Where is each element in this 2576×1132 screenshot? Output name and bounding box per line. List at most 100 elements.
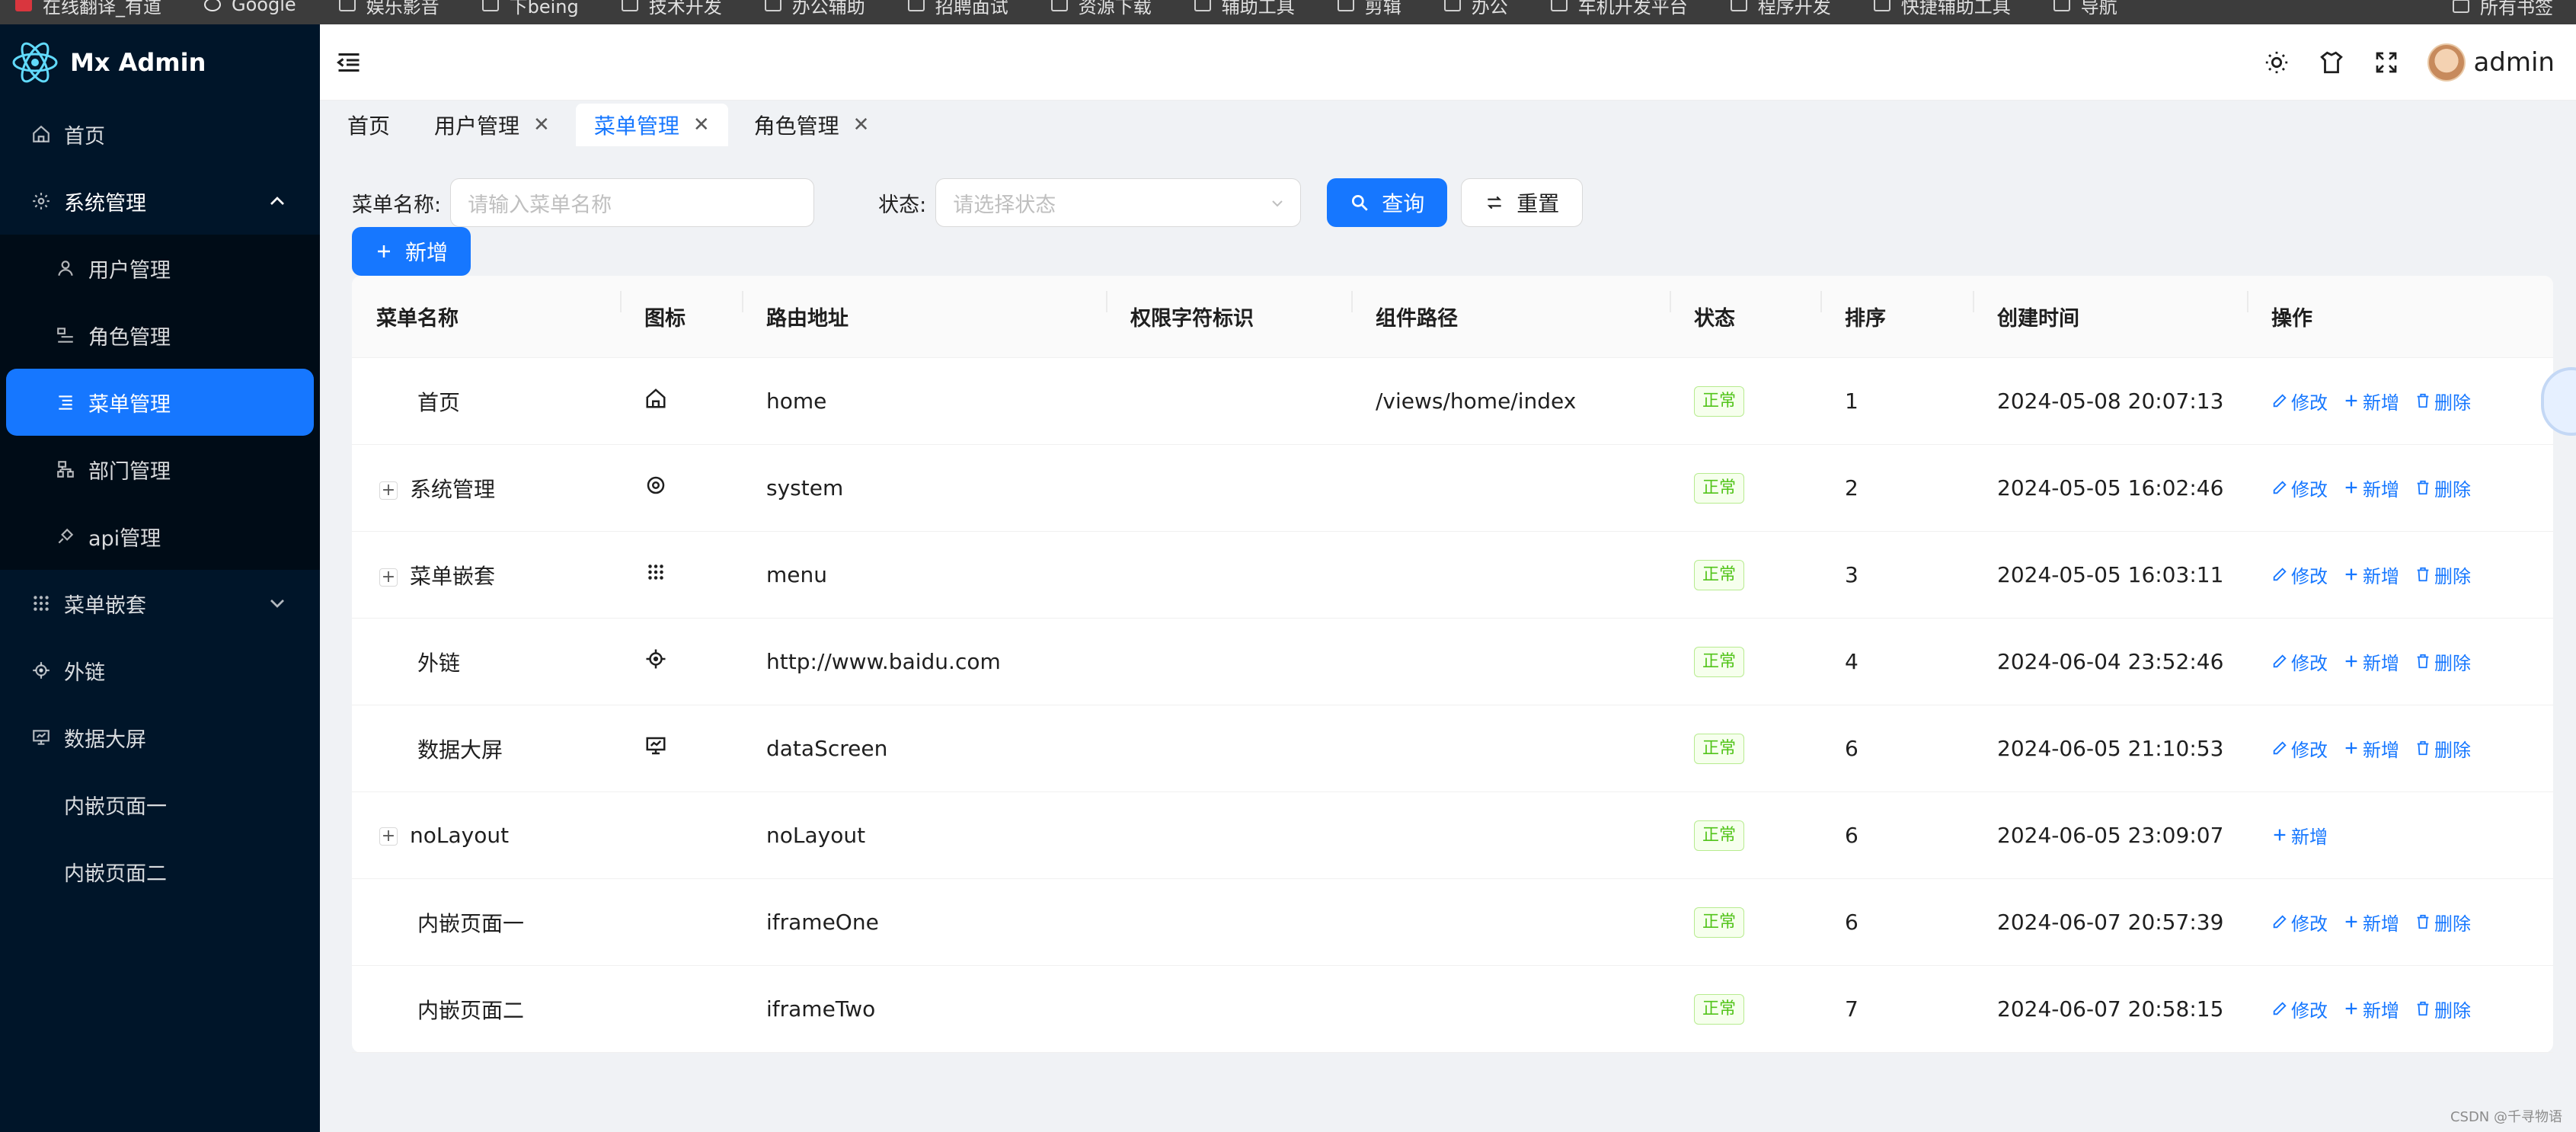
app-logo[interactable]: Mx Admin <box>0 24 320 101</box>
menu-name-cell: 数据大屏 <box>417 737 503 763</box>
tab-3[interactable]: 角色管理 ✕ <box>736 104 888 146</box>
add-child-button[interactable]: 新增 <box>2343 996 2399 1022</box>
delete-button[interactable]: 删除 <box>2415 561 2471 588</box>
bookmark-item[interactable]: 导航 <box>2053 0 2117 18</box>
close-icon[interactable]: ✕ <box>533 114 550 136</box>
add-child-button[interactable]: 新增 <box>2343 561 2399 588</box>
op-label: 新增 <box>2363 913 2399 935</box>
sidebar-item-home[interactable]: 首页 <box>0 101 320 168</box>
aim-icon <box>30 660 52 681</box>
sort-cell: 6 <box>1845 910 1858 935</box>
sidebar-item-iframe-two[interactable]: 内嵌页面二 <box>0 838 320 905</box>
status-cell: 正常 <box>1670 733 1820 764</box>
sort-cell: 4 <box>1845 649 1858 674</box>
sidebar-item-menus[interactable]: 菜单管理 <box>6 369 314 436</box>
edit-icon <box>2271 913 2288 930</box>
menu-fold-icon[interactable] <box>335 49 363 76</box>
bookmark-item[interactable]: 剪辑 <box>1337 0 1401 18</box>
delete-button[interactable]: 删除 <box>2415 909 2471 935</box>
sidebar-item-iframe-one[interactable]: 内嵌页面一 <box>0 771 320 838</box>
username[interactable]: admin <box>2473 47 2555 78</box>
add-child-button[interactable]: 新增 <box>2343 735 2399 762</box>
status-cell: 正常 <box>1670 993 1820 1025</box>
folder-icon <box>1730 0 1747 11</box>
created-cell: 2024-05-05 16:03:11 <box>1997 562 2224 587</box>
bookmark-item[interactable]: 招聘面试 <box>907 0 1008 18</box>
bookmark-item[interactable]: 娱乐影音 <box>338 0 439 18</box>
add-child-button[interactable]: 新增 <box>2343 909 2399 935</box>
edit-button[interactable]: 修改 <box>2271 909 2328 935</box>
add-child-button[interactable]: 新增 <box>2343 648 2399 675</box>
sidebar-item-datascreen[interactable]: 数据大屏 <box>0 704 320 771</box>
delete-icon <box>2415 479 2431 496</box>
table-body: 首页 home/views/home/index 正常 1 2024-05-08 20:… <box>352 358 2553 1053</box>
delete-button[interactable]: 删除 <box>2415 475 2471 501</box>
sidebar-item-users[interactable]: 用户管理 <box>0 235 320 302</box>
search-icon <box>1350 193 1369 213</box>
expand-row-button[interactable]: + <box>379 827 398 846</box>
bookmark-item[interactable]: 车机开发平台 <box>1550 0 1688 18</box>
icon-cell <box>620 648 742 676</box>
sidebar-item-label: 用户管理 <box>88 258 171 283</box>
edit-button[interactable]: 修改 <box>2271 388 2328 414</box>
skin-icon[interactable] <box>2316 47 2347 78</box>
bookmark-item[interactable]: 技术开发 <box>621 0 722 18</box>
add-child-button[interactable]: 新增 <box>2271 822 2328 849</box>
tab-label: 用户管理 <box>434 114 520 139</box>
bookmark-label: 娱乐影音 <box>366 0 439 18</box>
bookmark-item[interactable]: 下being <box>481 0 579 18</box>
bookmark-item[interactable]: 在线翻译_有道 <box>15 0 161 18</box>
add-child-button[interactable]: 新增 <box>2343 475 2399 501</box>
bookmark-item[interactable]: 程序开发 <box>1730 0 1831 18</box>
status-select[interactable]: 请选择状态 <box>935 178 1302 227</box>
close-icon[interactable]: ✕ <box>853 114 870 136</box>
header-tools: admin <box>2237 38 2555 87</box>
delete-button[interactable]: 删除 <box>2415 996 2471 1022</box>
sidebar-item-roles[interactable]: 角色管理 <box>0 302 320 369</box>
sidebar-item-label: api管理 <box>88 526 161 551</box>
delete-button[interactable]: 删除 <box>2415 648 2471 675</box>
created-cell: 2024-05-05 16:02:46 <box>1997 475 2224 500</box>
fullscreen-icon[interactable] <box>2371 47 2402 78</box>
all-bookmarks[interactable]: 所有书签 <box>2453 0 2553 19</box>
add-child-button[interactable]: 新增 <box>2343 388 2399 414</box>
op-label: 修改 <box>2291 913 2328 935</box>
edit-button[interactable]: 修改 <box>2271 996 2328 1022</box>
sidebar-item-system[interactable]: 系统管理 <box>0 168 320 235</box>
edit-button[interactable]: 修改 <box>2271 648 2328 675</box>
tab-1[interactable]: 用户管理 ✕ <box>416 104 568 146</box>
menu-name-input[interactable]: 请输入菜单名称 <box>450 178 815 227</box>
edit-button[interactable]: 修改 <box>2271 735 2328 762</box>
expand-row-button[interactable]: + <box>379 568 398 587</box>
query-button[interactable]: 查询 <box>1327 178 1448 227</box>
close-icon[interactable]: ✕ <box>693 114 710 136</box>
reset-button[interactable]: 重置 <box>1461 178 1584 227</box>
folder-icon <box>338 0 356 11</box>
tab-0[interactable]: 首页 <box>329 104 408 146</box>
delete-button[interactable]: 删除 <box>2415 388 2471 414</box>
expand-row-button[interactable]: + <box>379 481 398 500</box>
plus-icon <box>375 242 393 261</box>
sidebar-item-api[interactable]: api管理 <box>0 503 320 570</box>
bookmark-item[interactable]: 辅助工具 <box>1194 0 1295 18</box>
op-label: 新增 <box>2363 739 2399 761</box>
bookmark-item[interactable]: 资源下载 <box>1050 0 1152 18</box>
bookmark-item[interactable]: Google <box>204 0 296 15</box>
sidebar-item-departments[interactable]: 部门管理 <box>0 436 320 503</box>
sidebar-item-nested[interactable]: 菜单嵌套 <box>0 570 320 637</box>
sidebar-item-external[interactable]: 外链 <box>0 637 320 704</box>
delete-button[interactable]: 删除 <box>2415 735 2471 762</box>
bookmark-item[interactable]: 办公辅助 <box>764 0 865 18</box>
sidebar-item-label: 菜单嵌套 <box>64 593 146 618</box>
edit-button[interactable]: 修改 <box>2271 475 2328 501</box>
bookmark-item[interactable]: 快捷辅助工具 <box>1873 0 2011 18</box>
add-menu-button[interactable]: 新增 <box>352 227 471 276</box>
status-badge: 正常 <box>1694 472 1745 504</box>
tab-2[interactable]: 菜单管理 ✕ <box>575 104 728 146</box>
edit-button[interactable]: 修改 <box>2271 561 2328 588</box>
sun-icon[interactable] <box>2261 47 2292 78</box>
avatar[interactable] <box>2427 43 2466 82</box>
bookmark-item[interactable]: 办公 <box>1443 0 1508 18</box>
created-cell: 2024-06-05 21:10:53 <box>1997 736 2224 761</box>
menu-name-cell: 首页 <box>417 389 461 415</box>
